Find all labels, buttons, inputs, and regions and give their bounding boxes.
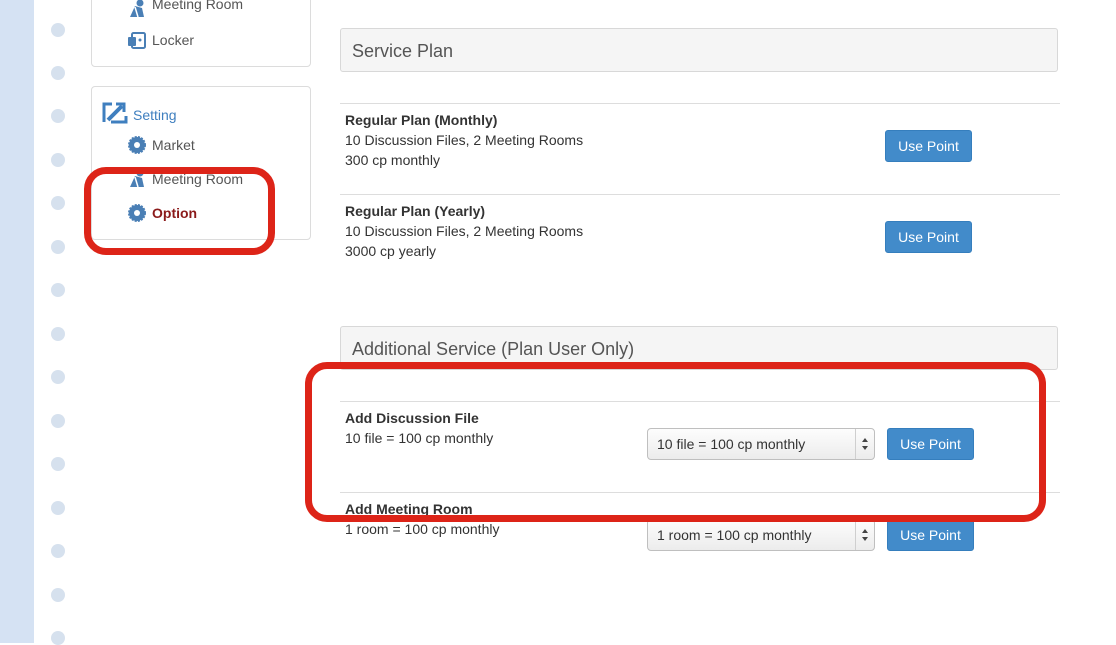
- select-arrows-icon: [855, 520, 874, 550]
- locker-icon: [127, 30, 147, 55]
- dot: [51, 414, 65, 428]
- meeting-room-select[interactable]: 1 room = 100 cp monthly: [647, 519, 875, 551]
- annotation-highlight-additional-service: [305, 362, 1046, 522]
- plan-price: 3000 cp yearly: [345, 243, 437, 259]
- dot: [51, 153, 65, 167]
- service-plan-title: Service Plan: [352, 41, 454, 61]
- setting-icon: [102, 100, 128, 131]
- sidebar-item-meeting-room[interactable]: Meeting Room: [152, 0, 243, 12]
- dot: [51, 457, 65, 471]
- annotation-highlight-option: [84, 167, 275, 255]
- use-point-button-meeting-room[interactable]: Use Point: [887, 519, 974, 551]
- dot: [51, 196, 65, 210]
- use-point-button-monthly[interactable]: Use Point: [885, 130, 972, 162]
- dot: [51, 240, 65, 254]
- dot: [51, 23, 65, 37]
- sidebar-heading-setting[interactable]: Setting: [133, 107, 177, 123]
- person-icon: [127, 0, 147, 22]
- dot: [51, 66, 65, 80]
- plan-name: Regular Plan (Yearly): [345, 203, 486, 219]
- dot: [51, 283, 65, 297]
- sidebar-item-market[interactable]: Market: [152, 137, 195, 153]
- dot: [51, 370, 65, 384]
- service-desc: 1 room = 100 cp monthly: [345, 521, 500, 537]
- select-value: 1 room = 100 cp monthly: [657, 527, 812, 543]
- gear-icon: [128, 136, 146, 154]
- additional-service-title: Additional Service (Plan User Only): [352, 339, 635, 359]
- dot: [51, 327, 65, 341]
- service-plan-header: Service Plan: [340, 28, 1058, 72]
- dot: [51, 588, 65, 602]
- sidebar-item-locker[interactable]: Locker: [152, 32, 194, 48]
- dot: [51, 109, 65, 123]
- plan-name: Regular Plan (Monthly): [345, 112, 498, 128]
- use-point-button-yearly[interactable]: Use Point: [885, 221, 972, 253]
- plan-features: 10 Discussion Files, 2 Meeting Rooms: [345, 223, 584, 239]
- divider: [340, 194, 1060, 195]
- divider: [340, 103, 1060, 104]
- dot: [51, 501, 65, 515]
- sidebar-panel-rooms: Meeting Room Locker: [91, 0, 311, 67]
- dot: [51, 544, 65, 558]
- plan-features: 10 Discussion Files, 2 Meeting Rooms: [345, 132, 584, 148]
- plan-price: 300 cp monthly: [345, 152, 440, 168]
- left-strip: [0, 0, 34, 643]
